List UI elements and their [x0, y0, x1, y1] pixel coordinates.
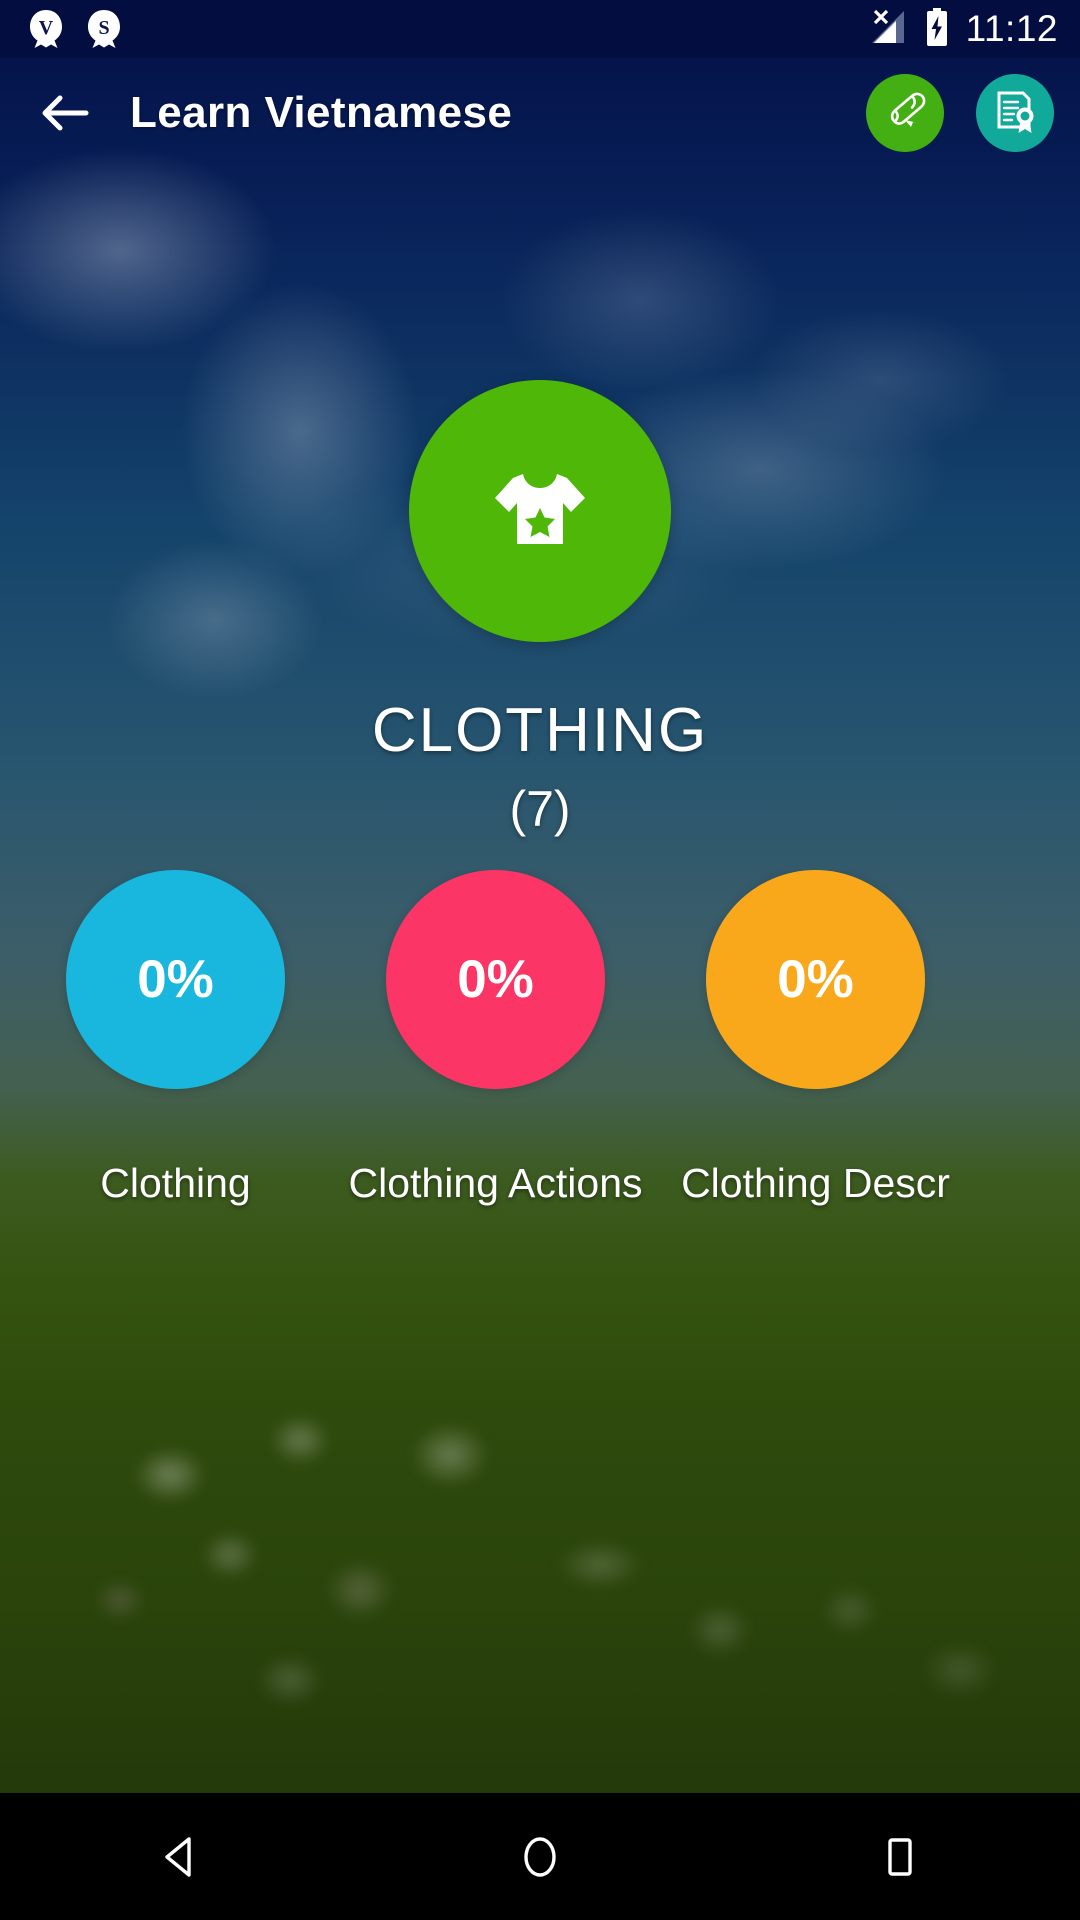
lesson-progress-bubble[interactable]: 0% — [386, 870, 605, 1089]
tshirt-icon — [481, 450, 599, 573]
svg-text:V: V — [39, 17, 54, 39]
category-count: (7) — [509, 781, 571, 837]
lesson-label: Clothing Descr — [681, 1160, 950, 1206]
nav-recents-square-icon[interactable] — [830, 1793, 970, 1920]
status-bar-system-icons: 11:12 — [866, 7, 1080, 52]
badge-v-icon: V — [26, 8, 66, 50]
diploma-button[interactable] — [866, 74, 944, 152]
lesson-progress-percent: 0% — [137, 950, 214, 1009]
list-item[interactable]: 0% Clothing — [66, 870, 285, 1204]
background-flowers — [0, 1380, 1080, 1793]
status-bar-notifications: V S — [0, 8, 124, 50]
lesson-progress-percent: 0% — [777, 950, 854, 1009]
lesson-progress-bubble[interactable]: 0% — [66, 870, 285, 1089]
nav-back-triangle-icon[interactable] — [110, 1793, 250, 1920]
signal-no-service-icon — [866, 7, 908, 52]
android-nav-bar — [0, 1793, 1080, 1920]
lesson-label: Clothing — [100, 1160, 251, 1206]
lesson-label: Clothing Actions — [348, 1160, 643, 1206]
nav-home-circle-icon[interactable] — [470, 1793, 610, 1920]
badge-s-icon: S — [84, 8, 124, 50]
diploma-scroll-icon — [881, 87, 929, 140]
certificate-button[interactable] — [976, 74, 1054, 152]
lesson-progress-percent: 0% — [457, 950, 534, 1009]
category-icon-button[interactable] — [409, 380, 671, 642]
svg-text:S: S — [98, 17, 109, 39]
page-title: Learn Vietnamese — [130, 88, 513, 137]
back-arrow-icon[interactable] — [36, 84, 94, 142]
app-bar: Learn Vietnamese — [0, 58, 1080, 168]
certificate-icon — [991, 87, 1039, 140]
battery-charging-icon — [924, 7, 950, 52]
app-bar-actions — [866, 74, 1080, 152]
category-hero: CLOTHING (7) — [0, 380, 1080, 834]
lesson-list[interactable]: 0% Clothing 0% Clothing Actions 0% Cloth… — [0, 870, 1080, 1320]
list-item[interactable]: 0% Clothing Actions — [349, 870, 643, 1204]
list-item[interactable]: 0% Clothing Descr — [681, 870, 950, 1204]
status-bar-clock: 11:12 — [965, 8, 1058, 49]
phone-screen: V S 11:12 Learn Vietnamese CLOTHING (7) … — [0, 0, 1080, 1920]
status-bar: V S 11:12 — [0, 0, 1080, 58]
category-title: CLOTHING — [371, 696, 709, 765]
lesson-progress-bubble[interactable]: 0% — [706, 870, 925, 1089]
